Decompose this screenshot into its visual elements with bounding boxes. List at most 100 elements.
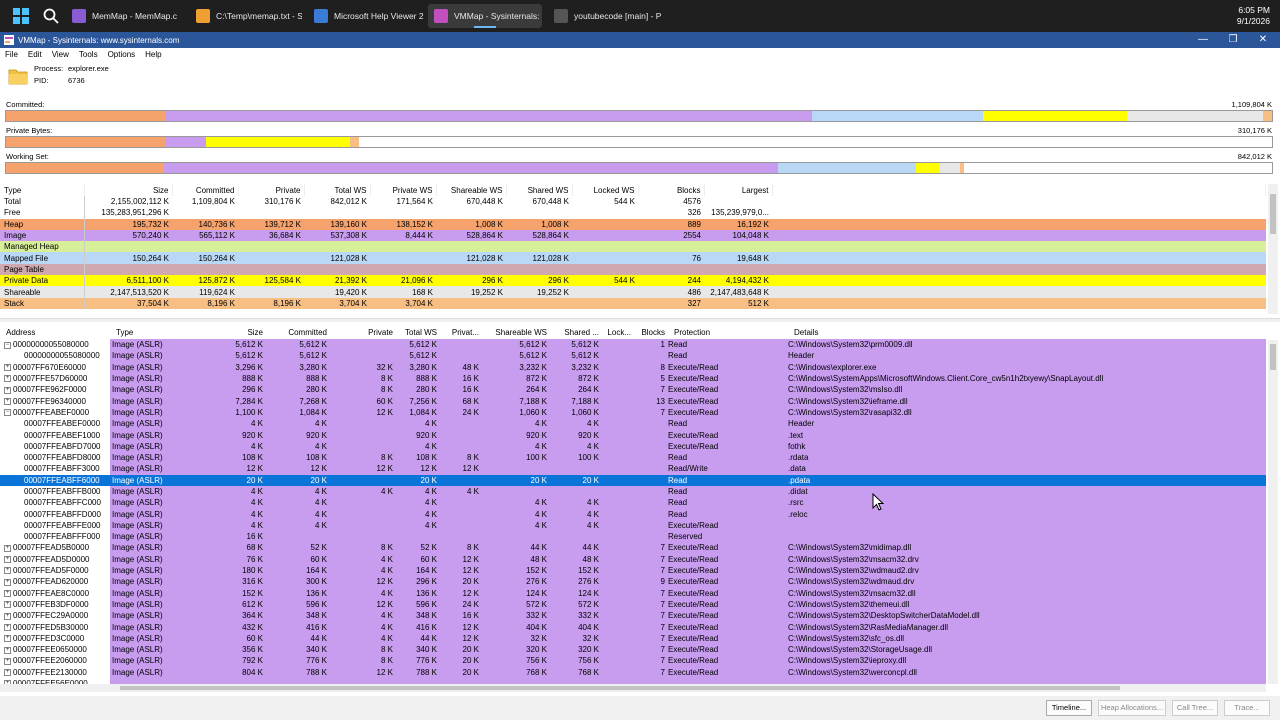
details-col-header[interactable]: Size: [196, 326, 266, 339]
taskbar-app-1[interactable]: C:\Temp\memap.txt - Su: [190, 4, 302, 28]
menu-view[interactable]: View: [52, 50, 69, 59]
details-row[interactable]: 00007FFEABFF3000 Image (ASLR) 12 K 12 K 12 K…: [0, 463, 1266, 475]
summary-row[interactable]: Page Table: [0, 263, 1266, 276]
details-row[interactable]: +00007FFED5B30000 Image (ASLR) 432 K 416 K4…: [0, 621, 1266, 633]
summary-row[interactable]: Mapped File 150,264 K 150,264 K 121,028 K 12…: [0, 252, 1266, 264]
details-row[interactable]: +00007FFEC29A0000 Image (ASLR) 364 K 348 K4…: [0, 610, 1266, 622]
details-row[interactable]: +00007FFEAD5D0000 Image (ASLR) 76 K 60 K4 K…: [0, 553, 1266, 565]
details-row[interactable]: +00007FFEB3DF0000 Image (ASLR) 612 K 596 K1…: [0, 598, 1266, 611]
menu-file[interactable]: File: [5, 50, 18, 59]
details-row[interactable]: +00007FFEAE8C0000 Image (ASLR) 152 K 136 K4…: [0, 587, 1266, 599]
expand-icon[interactable]: +: [4, 578, 11, 586]
expand-icon[interactable]: +: [4, 657, 11, 665]
details-row[interactable]: +00007FFEAD5F0000 Image (ASLR) 180 K 164 K4…: [0, 564, 1266, 577]
timeline-button[interactable]: Timeline...: [1046, 700, 1092, 716]
details-row[interactable]: +00007FFEE0650000 Image (ASLR) 356 K 340 K8…: [0, 644, 1266, 656]
taskbar-app-3[interactable]: VMMap - Sysinternals: w: [428, 4, 542, 28]
collapse-icon[interactable]: −: [4, 341, 11, 349]
details-row[interactable]: +00007FF670E60000 Image (ASLR) 3,296 K 3,28…: [0, 361, 1266, 373]
menu-help[interactable]: Help: [145, 50, 161, 59]
summary-col-header[interactable]: Private WS: [370, 184, 437, 196]
details-row[interactable]: 00007FFEABEF0000 Image (ASLR) 4 K4 K4 K4 K…: [0, 418, 1266, 430]
details-row[interactable]: 00007FFEABFD7000 Image (ASLR) 4 K4 K4 K4 K…: [0, 440, 1266, 452]
details-row[interactable]: +00007FFED3C0000 Image (ASLR) 60 K 44 K4 K4…: [0, 632, 1266, 645]
heap-allocations-button[interactable]: Heap Allocations...: [1098, 700, 1166, 716]
summary-row[interactable]: Image 570,240 K 565,112 K 36,684 K 537,308 K…: [0, 229, 1266, 242]
taskbar-clock[interactable]: 6:05 PM 9/1/2026: [1237, 5, 1270, 27]
close-button[interactable]: ✕: [1248, 32, 1278, 48]
summary-row[interactable]: Free 135,283,951,296 K 326 135,239,979,0...: [0, 207, 1266, 219]
taskbar-app-0[interactable]: MemMap - MemMap.c: [66, 4, 184, 28]
taskbar-app-4[interactable]: youtubecode [main] - P: [548, 4, 664, 28]
summary-scrollbar[interactable]: [1268, 184, 1278, 314]
taskbar-app-2[interactable]: Microsoft Help Viewer 2: [308, 4, 424, 28]
summary-row[interactable]: Managed Heap: [0, 241, 1266, 253]
summary-row[interactable]: Total 2,155,002,112 K 1,109,804 K 310,176 K…: [0, 196, 1266, 208]
details-row[interactable]: +00007FFE96340000 Image (ASLR) 7,284 K 7,26…: [0, 395, 1266, 407]
minimize-button[interactable]: —: [1188, 32, 1218, 48]
details-row[interactable]: +00007FFEE2060000 Image (ASLR) 792 K 776 K8…: [0, 655, 1266, 667]
summary-col-header[interactable]: Shareable WS: [436, 184, 507, 196]
details-row[interactable]: 00007FFEABFF6000 Image (ASLR) 20 K 20 K 20 K…: [0, 474, 1266, 486]
menu-edit[interactable]: Edit: [28, 50, 42, 59]
details-horizontal-scrollbar[interactable]: [0, 684, 1266, 692]
details-row[interactable]: −00007FFEABEF0000 Image (ASLR) 1,100 K 1,08…: [0, 406, 1266, 419]
expand-icon[interactable]: +: [4, 635, 11, 643]
details-col-header[interactable]: Shareable WS: [482, 326, 550, 339]
expand-icon[interactable]: +: [4, 612, 11, 620]
details-scrollbar[interactable]: [1268, 340, 1278, 684]
summary-col-header[interactable]: Blocks: [638, 184, 705, 196]
summary-col-header[interactable]: Type: [0, 184, 85, 196]
summary-col-header[interactable]: Size: [84, 184, 173, 196]
summary-col-header[interactable]: Largest: [704, 184, 773, 196]
maximize-button[interactable]: ❐: [1218, 32, 1248, 48]
summary-row[interactable]: Shareable 2,147,513,520 K 119,624 K 19,420 …: [0, 286, 1266, 298]
expand-icon[interactable]: +: [4, 623, 11, 631]
details-row[interactable]: 00007FFEABEF1000 Image (ASLR) 920 K 920 K 92…: [0, 429, 1266, 441]
expand-icon[interactable]: +: [4, 590, 11, 598]
windows-start-icon[interactable]: [12, 7, 30, 25]
details-row[interactable]: +00007FFE962F0000 Image (ASLR) 296 K 280 K8…: [0, 384, 1266, 396]
details-row[interactable]: +00007FFEAD5B0000 Image (ASLR) 68 K 52 K8 K…: [0, 542, 1266, 554]
expand-icon[interactable]: +: [4, 556, 11, 564]
details-col-header[interactable]: Shared ...: [550, 326, 602, 339]
trace-button[interactable]: Trace...: [1224, 700, 1270, 716]
summary-col-header[interactable]: Shared WS: [506, 184, 573, 196]
summary-col-header[interactable]: Committed: [172, 184, 239, 196]
summary-row[interactable]: Private Data 6,511,100 K 125,872 K 125,584 …: [0, 275, 1266, 287]
expand-icon[interactable]: +: [4, 398, 11, 406]
details-col-header[interactable]: Address: [0, 326, 110, 339]
expand-icon[interactable]: +: [4, 669, 11, 677]
details-col-header[interactable]: Protection: [668, 326, 788, 339]
expand-icon[interactable]: +: [4, 364, 11, 372]
details-row[interactable]: +00007FFE57D60000 Image (ASLR) 888 K 888 K8…: [0, 372, 1266, 385]
details-col-header[interactable]: Committed: [266, 326, 330, 339]
summary-col-header[interactable]: Total WS: [304, 184, 371, 196]
details-row[interactable]: 00007FFEABFFE000 Image (ASLR) 4 K4 K4 K4 K…: [0, 519, 1266, 532]
details-row[interactable]: 00007FFEABFFB000 Image (ASLR) 4 K4 K4 K4 K…: [0, 485, 1266, 498]
collapse-icon[interactable]: −: [4, 409, 11, 417]
search-icon[interactable]: [42, 7, 60, 25]
details-col-header[interactable]: Blocks: [634, 326, 668, 339]
details-col-header[interactable]: Private: [330, 326, 396, 339]
details-row[interactable]: +00007FFEE2130000 Image (ASLR) 804 K 788 K1…: [0, 666, 1266, 678]
expand-icon[interactable]: +: [4, 567, 11, 575]
details-row[interactable]: 00007FFEABFFC000 Image (ASLR) 4 K4 K4 K4 K…: [0, 497, 1266, 509]
call-tree-button[interactable]: Call Tree...: [1172, 700, 1218, 716]
details-row[interactable]: 00007FFEABFD8000 Image (ASLR) 108 K 108 K8 …: [0, 451, 1266, 464]
expand-icon[interactable]: +: [4, 601, 11, 609]
summary-col-header[interactable]: Private: [238, 184, 305, 196]
details-row[interactable]: 00007FFEABFFF000 Image (ASLR) 16 K Reserved: [0, 531, 1266, 543]
summary-row[interactable]: Heap 195,732 K 140,736 K 139,712 K 139,160 K…: [0, 218, 1266, 230]
details-col-header[interactable]: Privat...: [440, 326, 482, 339]
expand-icon[interactable]: +: [4, 646, 11, 654]
details-col-header[interactable]: Lock...: [602, 326, 634, 339]
details-row[interactable]: 00007FFEABFFD000 Image (ASLR) 4 K4 K4 K4 K…: [0, 508, 1266, 520]
details-row[interactable]: −00000000055080000 Image (ASLR) 5,612 K 5,6…: [0, 339, 1266, 351]
menu-options[interactable]: Options: [108, 50, 136, 59]
details-col-header[interactable]: Total WS: [396, 326, 440, 339]
details-col-header[interactable]: Details: [788, 326, 1266, 339]
expand-icon[interactable]: +: [4, 386, 11, 394]
menu-tools[interactable]: Tools: [79, 50, 98, 59]
pane-splitter[interactable]: [0, 318, 1280, 322]
